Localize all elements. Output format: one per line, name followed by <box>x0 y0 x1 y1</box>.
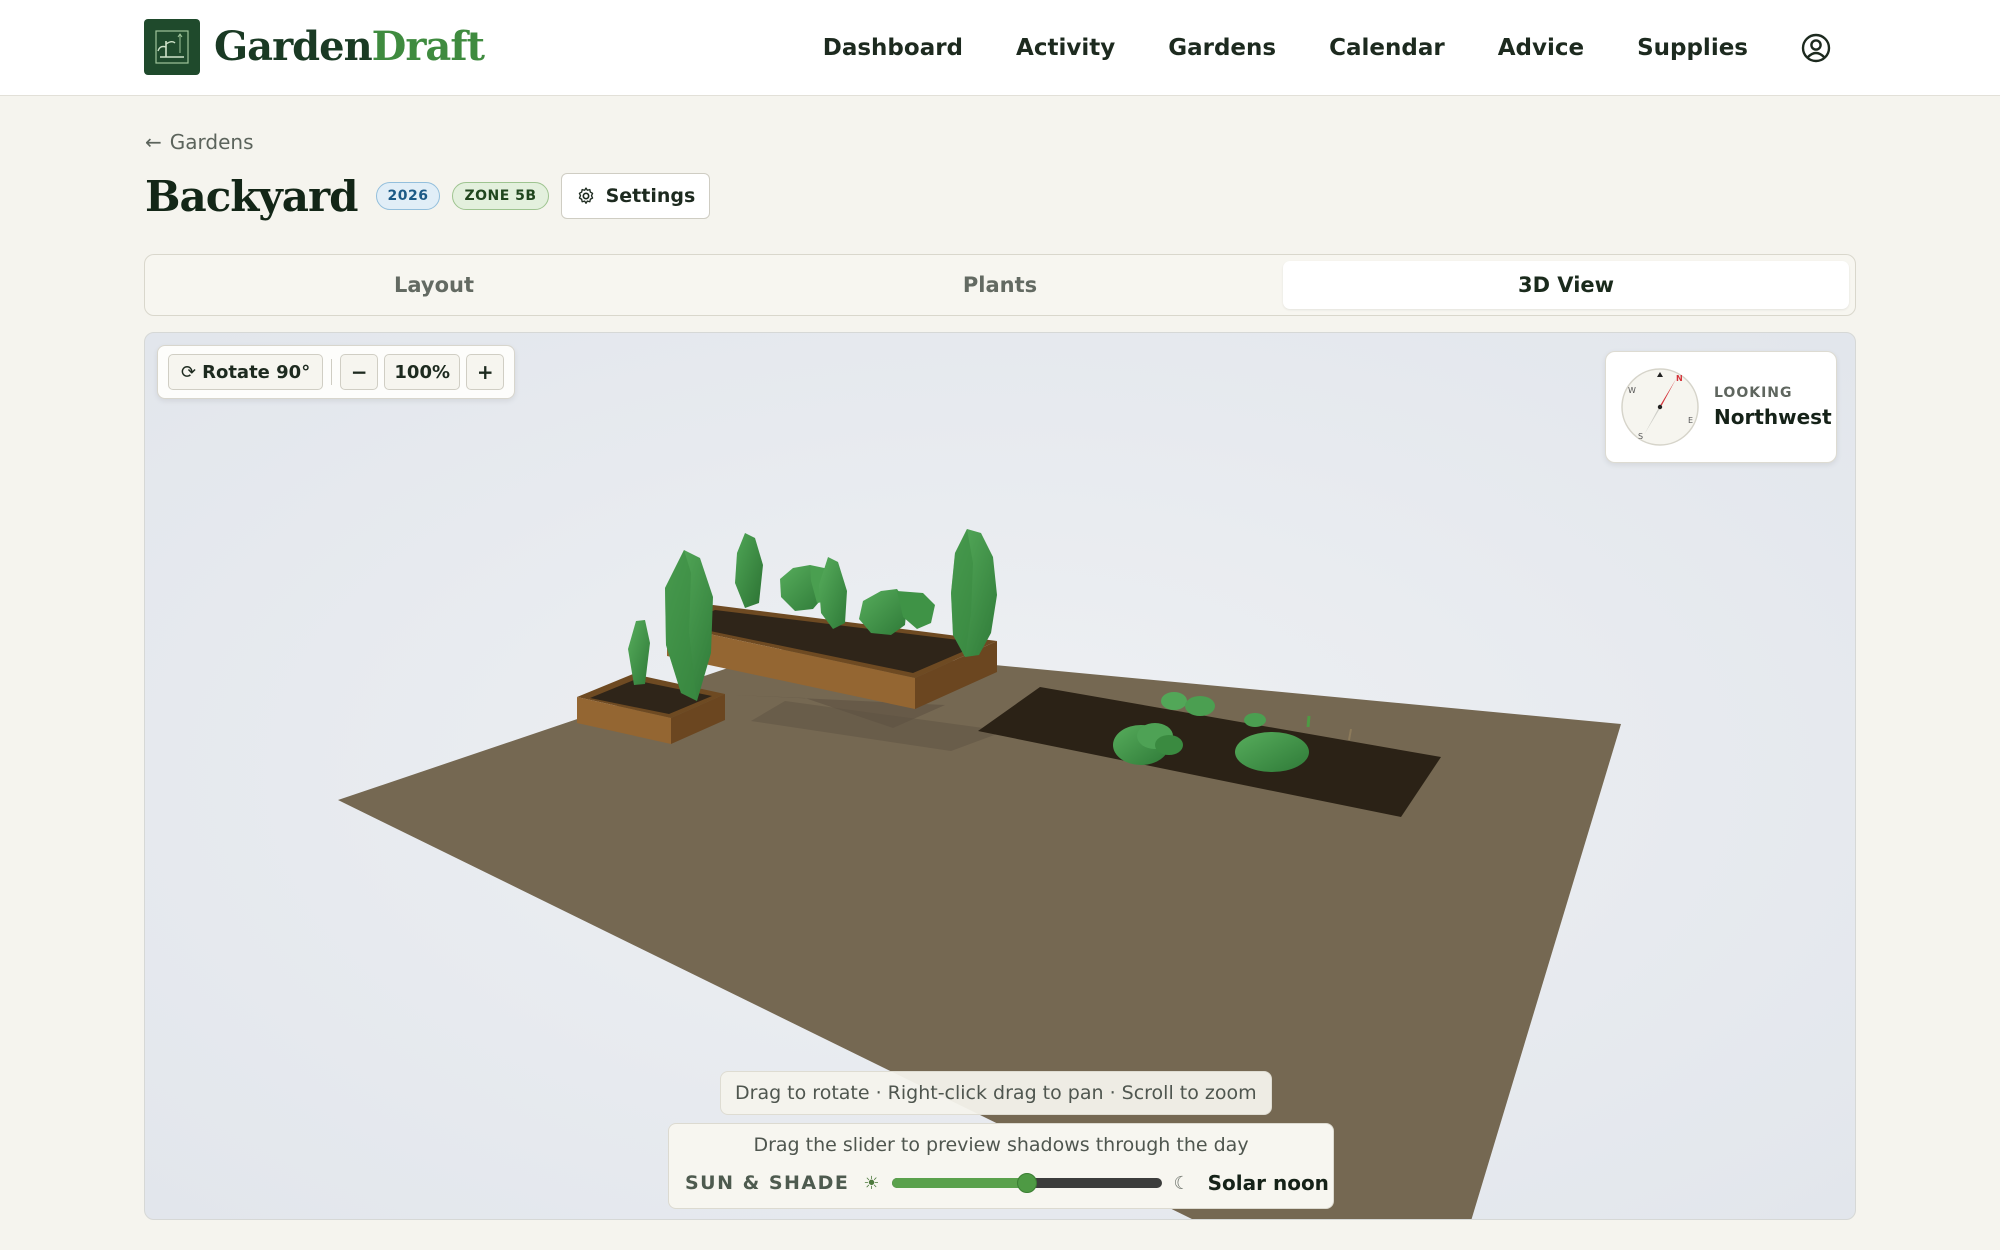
zoom-level: 100% <box>384 354 461 390</box>
compass-letter-w: W <box>1628 386 1636 395</box>
breadcrumb-back-gardens[interactable]: ← Gardens <box>145 130 254 154</box>
compass-letter-s: S <box>1638 432 1643 441</box>
sun-time-slider[interactable] <box>891 1168 1162 1198</box>
nav-activity[interactable]: Activity <box>1016 35 1115 61</box>
compass-card: N E S W LOOKING Northwest <box>1605 351 1837 463</box>
garden-logo-icon <box>144 19 200 75</box>
page-title: Backyard <box>145 171 358 221</box>
interaction-hint: Drag to rotate · Right-click drag to pan… <box>720 1071 1272 1115</box>
nav-gardens[interactable]: Gardens <box>1168 35 1276 61</box>
sun-shade-label: SUN & SHADE <box>685 1172 850 1194</box>
settings-button[interactable]: Settings <box>560 173 711 219</box>
zoom-out-button[interactable]: − <box>340 354 379 390</box>
compass-letter-e: E <box>1688 416 1693 425</box>
sun-shade-caption: Drag the slider to preview shadows throu… <box>753 1134 1249 1156</box>
nav-dashboard[interactable]: Dashboard <box>823 35 963 61</box>
viewer-toolbar: ⟳ Rotate 90° − 100% + <box>157 345 516 399</box>
tab-plants[interactable]: Plants <box>717 261 1283 309</box>
nav-advice[interactable]: Advice <box>1498 35 1584 61</box>
plant-squash <box>1235 732 1309 772</box>
tab-3d-view[interactable]: 3D View <box>1283 261 1849 309</box>
tab-layout[interactable]: Layout <box>151 261 717 309</box>
sun-icon: ☀ <box>863 1172 880 1194</box>
looking-direction: LOOKING Northwest <box>1714 385 1832 429</box>
plant-tall <box>951 529 997 657</box>
toolbar-divider <box>331 359 333 385</box>
3d-viewport[interactable]: ⟳ Rotate 90° − 100% + N E S W LOOKING No… <box>144 332 1856 1220</box>
breadcrumb-label: Gardens <box>169 130 254 154</box>
user-circle-icon[interactable] <box>1800 32 1832 64</box>
nav-calendar[interactable]: Calendar <box>1329 35 1445 61</box>
gear-icon <box>578 187 593 204</box>
brand[interactable]: GardenDraft <box>144 19 485 75</box>
main-nav: Dashboard Activity Gardens Calendar Advi… <box>823 0 2000 96</box>
slider-fill <box>891 1178 1027 1188</box>
slider-thumb[interactable] <box>1016 1173 1037 1193</box>
rotate-button[interactable]: ⟳ Rotate 90° <box>168 354 324 390</box>
plant-tall <box>735 533 763 608</box>
compass-icon: N E S W <box>1621 368 1699 446</box>
view-tabs: Layout Plants 3D View <box>144 254 1856 316</box>
title-row: Backyard 2026 ZONE 5B Settings <box>145 168 711 224</box>
settings-label: Settings <box>605 185 696 207</box>
brand-name-part2: Draft <box>371 23 485 70</box>
sun-shade-row: SUN & SHADE ☀ ☾ Solar noon <box>685 1168 1329 1198</box>
looking-label: LOOKING <box>1714 385 1793 401</box>
compass-letter-n: N <box>1676 374 1683 383</box>
brand-name: GardenDraft <box>214 19 485 75</box>
arrow-left-icon: ← <box>145 130 162 154</box>
top-bar: GardenDraft Dashboard Activity Gardens C… <box>0 0 2000 96</box>
zone-badge: ZONE 5B <box>452 182 549 210</box>
looking-direction-value: Northwest <box>1714 405 1832 429</box>
rotate-label: Rotate 90° <box>202 361 311 383</box>
zoom-in-button[interactable]: + <box>466 354 505 390</box>
sun-shade-panel: Drag the slider to preview shadows throu… <box>668 1123 1334 1209</box>
brand-name-part1: Garden <box>214 23 373 70</box>
nav-supplies[interactable]: Supplies <box>1637 35 1748 61</box>
sun-time-label: Solar noon <box>1207 1171 1329 1195</box>
rotate-icon: ⟳ <box>181 361 197 383</box>
year-badge: 2026 <box>375 182 441 210</box>
plant-bushy <box>859 589 935 635</box>
moon-icon: ☾ <box>1173 1172 1190 1194</box>
